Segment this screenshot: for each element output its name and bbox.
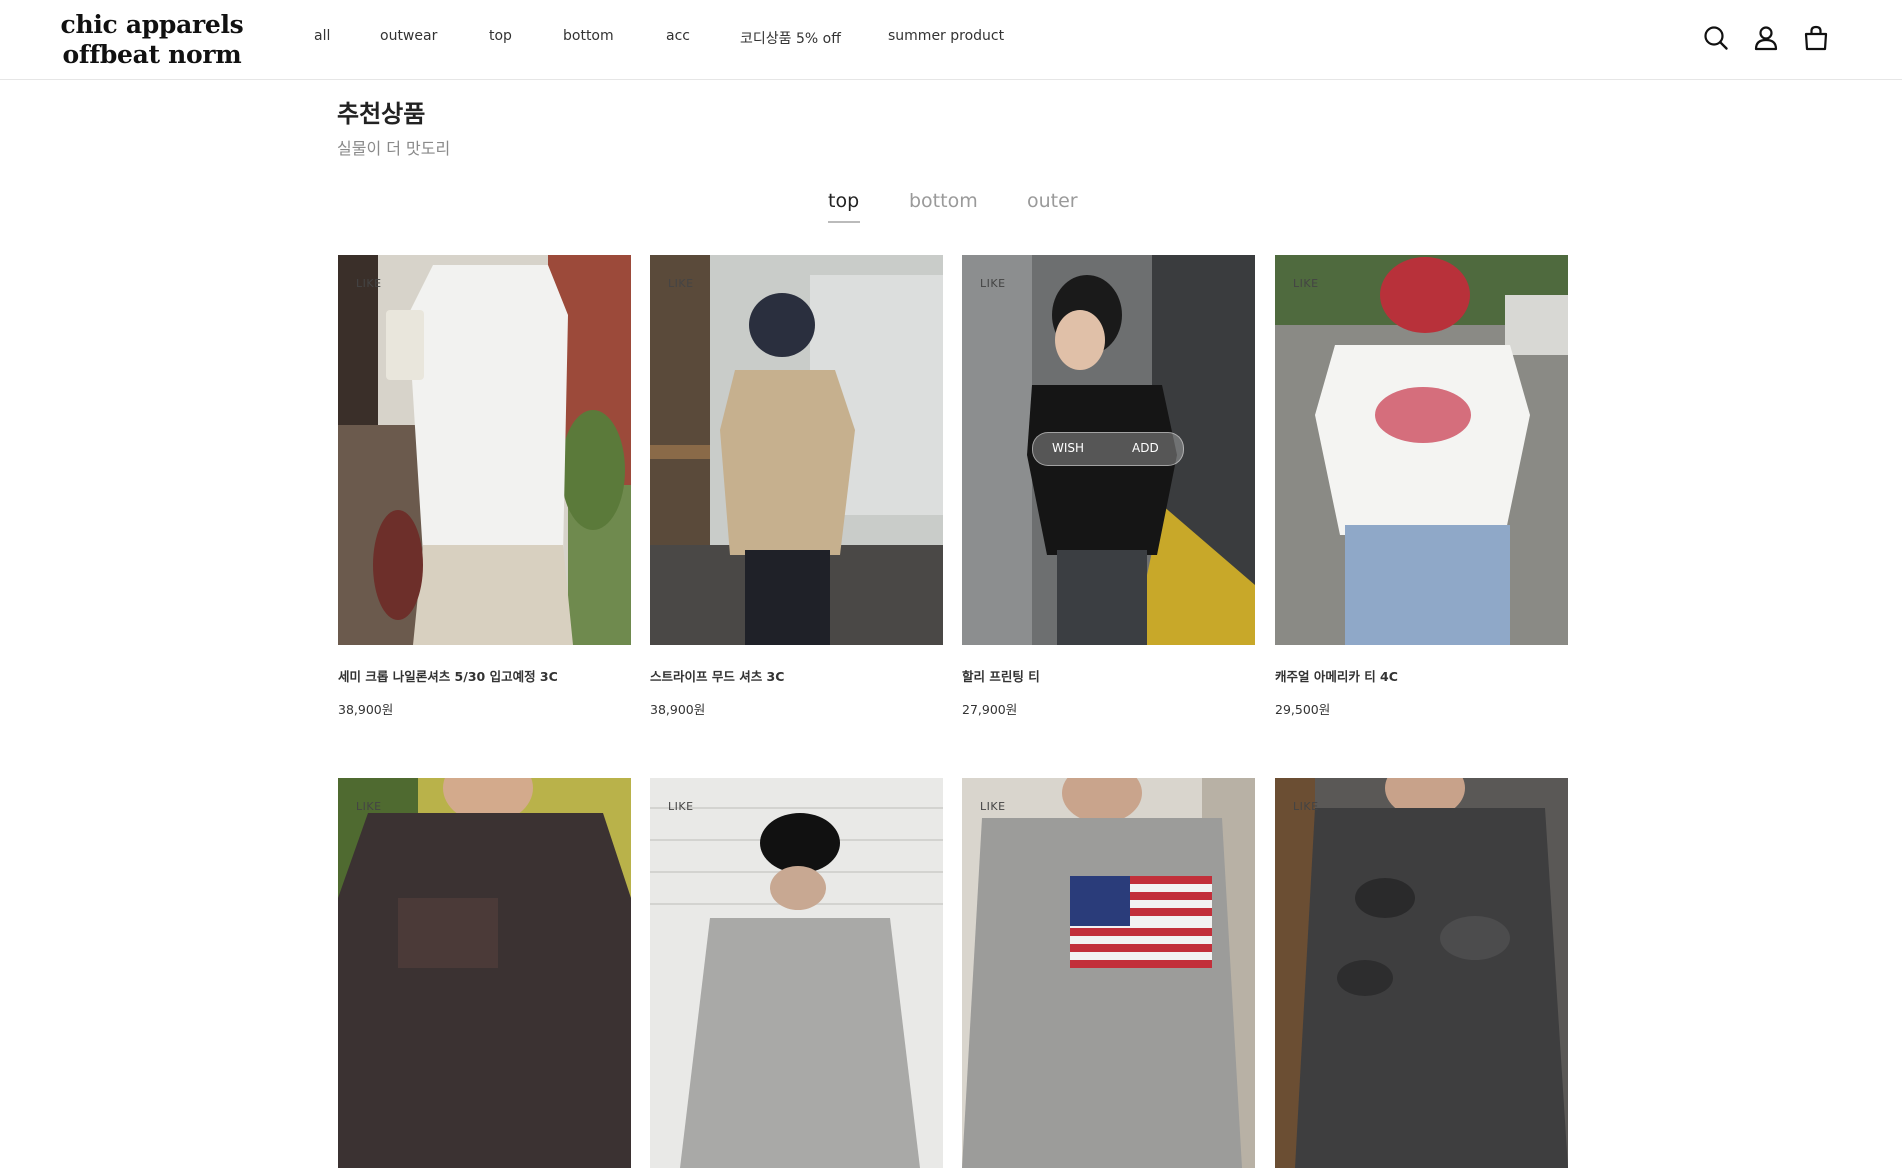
product-image[interactable]: LIKE WISH ADD [962,255,1255,645]
product-image[interactable]: LIKE [650,778,943,1168]
like-label[interactable]: LIKE [980,277,1006,290]
product-card[interactable]: LIKE [1275,778,1568,1168]
like-label[interactable]: LIKE [1293,277,1319,290]
product-card[interactable]: LIKE [338,778,631,1168]
like-label[interactable]: LIKE [668,800,694,813]
category-tabs: top bottom outer [0,190,1902,230]
like-label[interactable]: LIKE [356,800,382,813]
tab-top[interactable]: top [828,190,859,212]
product-card[interactable]: LIKE WISH ADD 할리 프린팅 티 27,900원 [962,255,1255,718]
product-price: 27,900원 [962,702,1018,717]
product-price: 38,900원 [338,702,394,717]
logo-line-2: offbeat norm [62,40,242,69]
product-image[interactable]: LIKE [1275,255,1568,645]
product-card[interactable]: LIKE 세미 크롭 나일론셔츠 5/30 입고예정 3C 38,900원 [338,255,631,718]
product-card[interactable]: LIKE 스트라이프 무드 셔츠 3C 38,900원 [650,255,943,718]
product-name[interactable]: 스트라이프 무드 셔츠 3C [650,666,943,685]
section-subtitle: 실물이 더 맛도리 [337,139,451,158]
add-to-cart-button[interactable]: ADD [1132,441,1159,455]
product-image[interactable]: LIKE [962,778,1255,1168]
active-tab-underline [828,221,860,223]
tab-outer[interactable]: outer [1027,190,1078,212]
site-header: chic apparels offbeat norm all outwear t… [0,0,1902,80]
tab-bottom[interactable]: bottom [909,190,978,212]
product-image[interactable]: LIKE [338,255,631,645]
shopping-bag-icon[interactable] [1800,22,1832,54]
nav-item-acc[interactable]: acc [666,28,690,44]
product-image[interactable]: LIKE [338,778,631,1168]
logo-line-1: chic apparels [60,10,244,39]
product-price: 38,900원 [650,702,706,717]
wish-button[interactable]: WISH [1052,441,1084,455]
product-price: 29,500원 [1275,702,1331,717]
like-label[interactable]: LIKE [356,277,382,290]
product-image[interactable]: LIKE [650,255,943,645]
nav-item-all[interactable]: all [314,28,330,44]
user-icon[interactable] [1750,22,1782,54]
product-name[interactable]: 캐주얼 아메리카 티 4C [1275,666,1568,685]
section-title: 추천상품 [337,100,426,128]
nav-item-outwear[interactable]: outwear [380,28,437,44]
nav-item-bottom[interactable]: bottom [563,28,614,44]
nav-item-summer[interactable]: summer product [888,28,1004,44]
like-label[interactable]: LIKE [980,800,1006,813]
like-label[interactable]: LIKE [668,277,694,290]
brand-logo[interactable]: chic apparels offbeat norm [60,10,244,70]
like-label[interactable]: LIKE [1293,800,1319,813]
nav-item-top[interactable]: top [489,28,512,44]
search-icon[interactable] [1700,22,1732,54]
nav-item-coordi-sale[interactable]: 코디상품 5% off [740,28,841,48]
product-card[interactable]: LIKE [962,778,1255,1168]
product-card[interactable]: LIKE [650,778,943,1168]
product-image[interactable]: LIKE [1275,778,1568,1168]
product-name[interactable]: 세미 크롭 나일론셔츠 5/30 입고예정 3C [338,666,631,685]
quick-actions-overlay: WISH ADD [1032,432,1184,466]
product-name[interactable]: 할리 프린팅 티 [962,666,1255,685]
product-card[interactable]: LIKE 캐주얼 아메리카 티 4C 29,500원 [1275,255,1568,718]
